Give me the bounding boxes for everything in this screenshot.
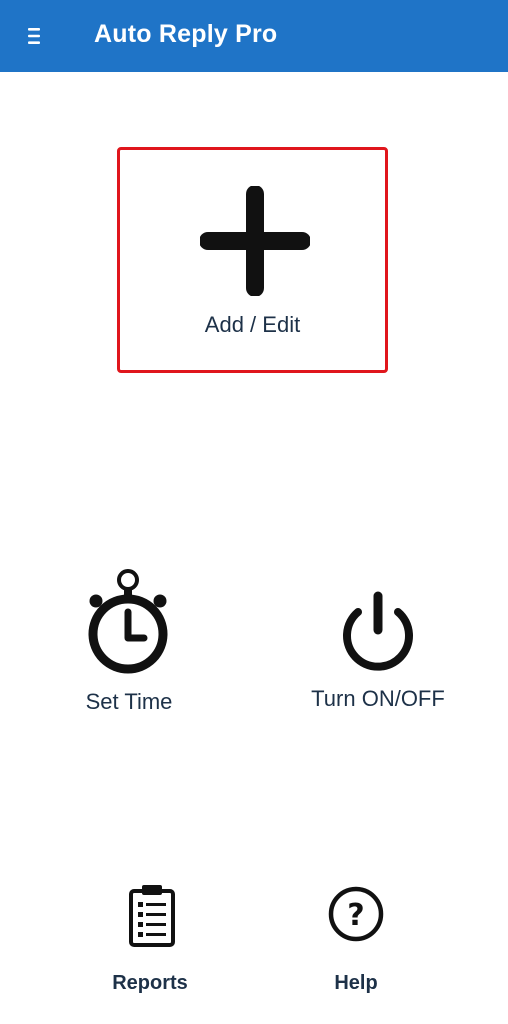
- app-screen: Auto Reply Pro Add / Edit Set Time Turn …: [0, 0, 508, 1024]
- help-label: Help: [334, 972, 378, 994]
- add-edit-label: Add / Edit: [204, 312, 301, 337]
- svg-text:?: ?: [347, 898, 364, 933]
- plus-icon: [200, 186, 310, 296]
- power-icon: [343, 591, 413, 671]
- app-title: Auto Reply Pro: [94, 20, 278, 48]
- reports-label: Reports: [112, 972, 188, 994]
- menu-button[interactable]: [16, 18, 52, 54]
- help-button[interactable]: ? Help: [306, 884, 406, 1000]
- help-icon: ?: [328, 886, 384, 942]
- stopwatch-icon: [88, 569, 168, 674]
- set-time-label: Set Time: [85, 689, 173, 714]
- menu-icon: [28, 28, 40, 44]
- clipboard-icon: [129, 885, 175, 947]
- add-edit-button[interactable]: Add / Edit: [117, 147, 388, 373]
- turn-onoff-label: Turn ON/OFF: [311, 686, 445, 711]
- turn-onoff-button[interactable]: Turn ON/OFF: [300, 586, 456, 716]
- reports-button[interactable]: Reports: [100, 880, 200, 1000]
- set-time-button[interactable]: Set Time: [58, 562, 200, 722]
- app-bar: Auto Reply Pro: [0, 0, 508, 72]
